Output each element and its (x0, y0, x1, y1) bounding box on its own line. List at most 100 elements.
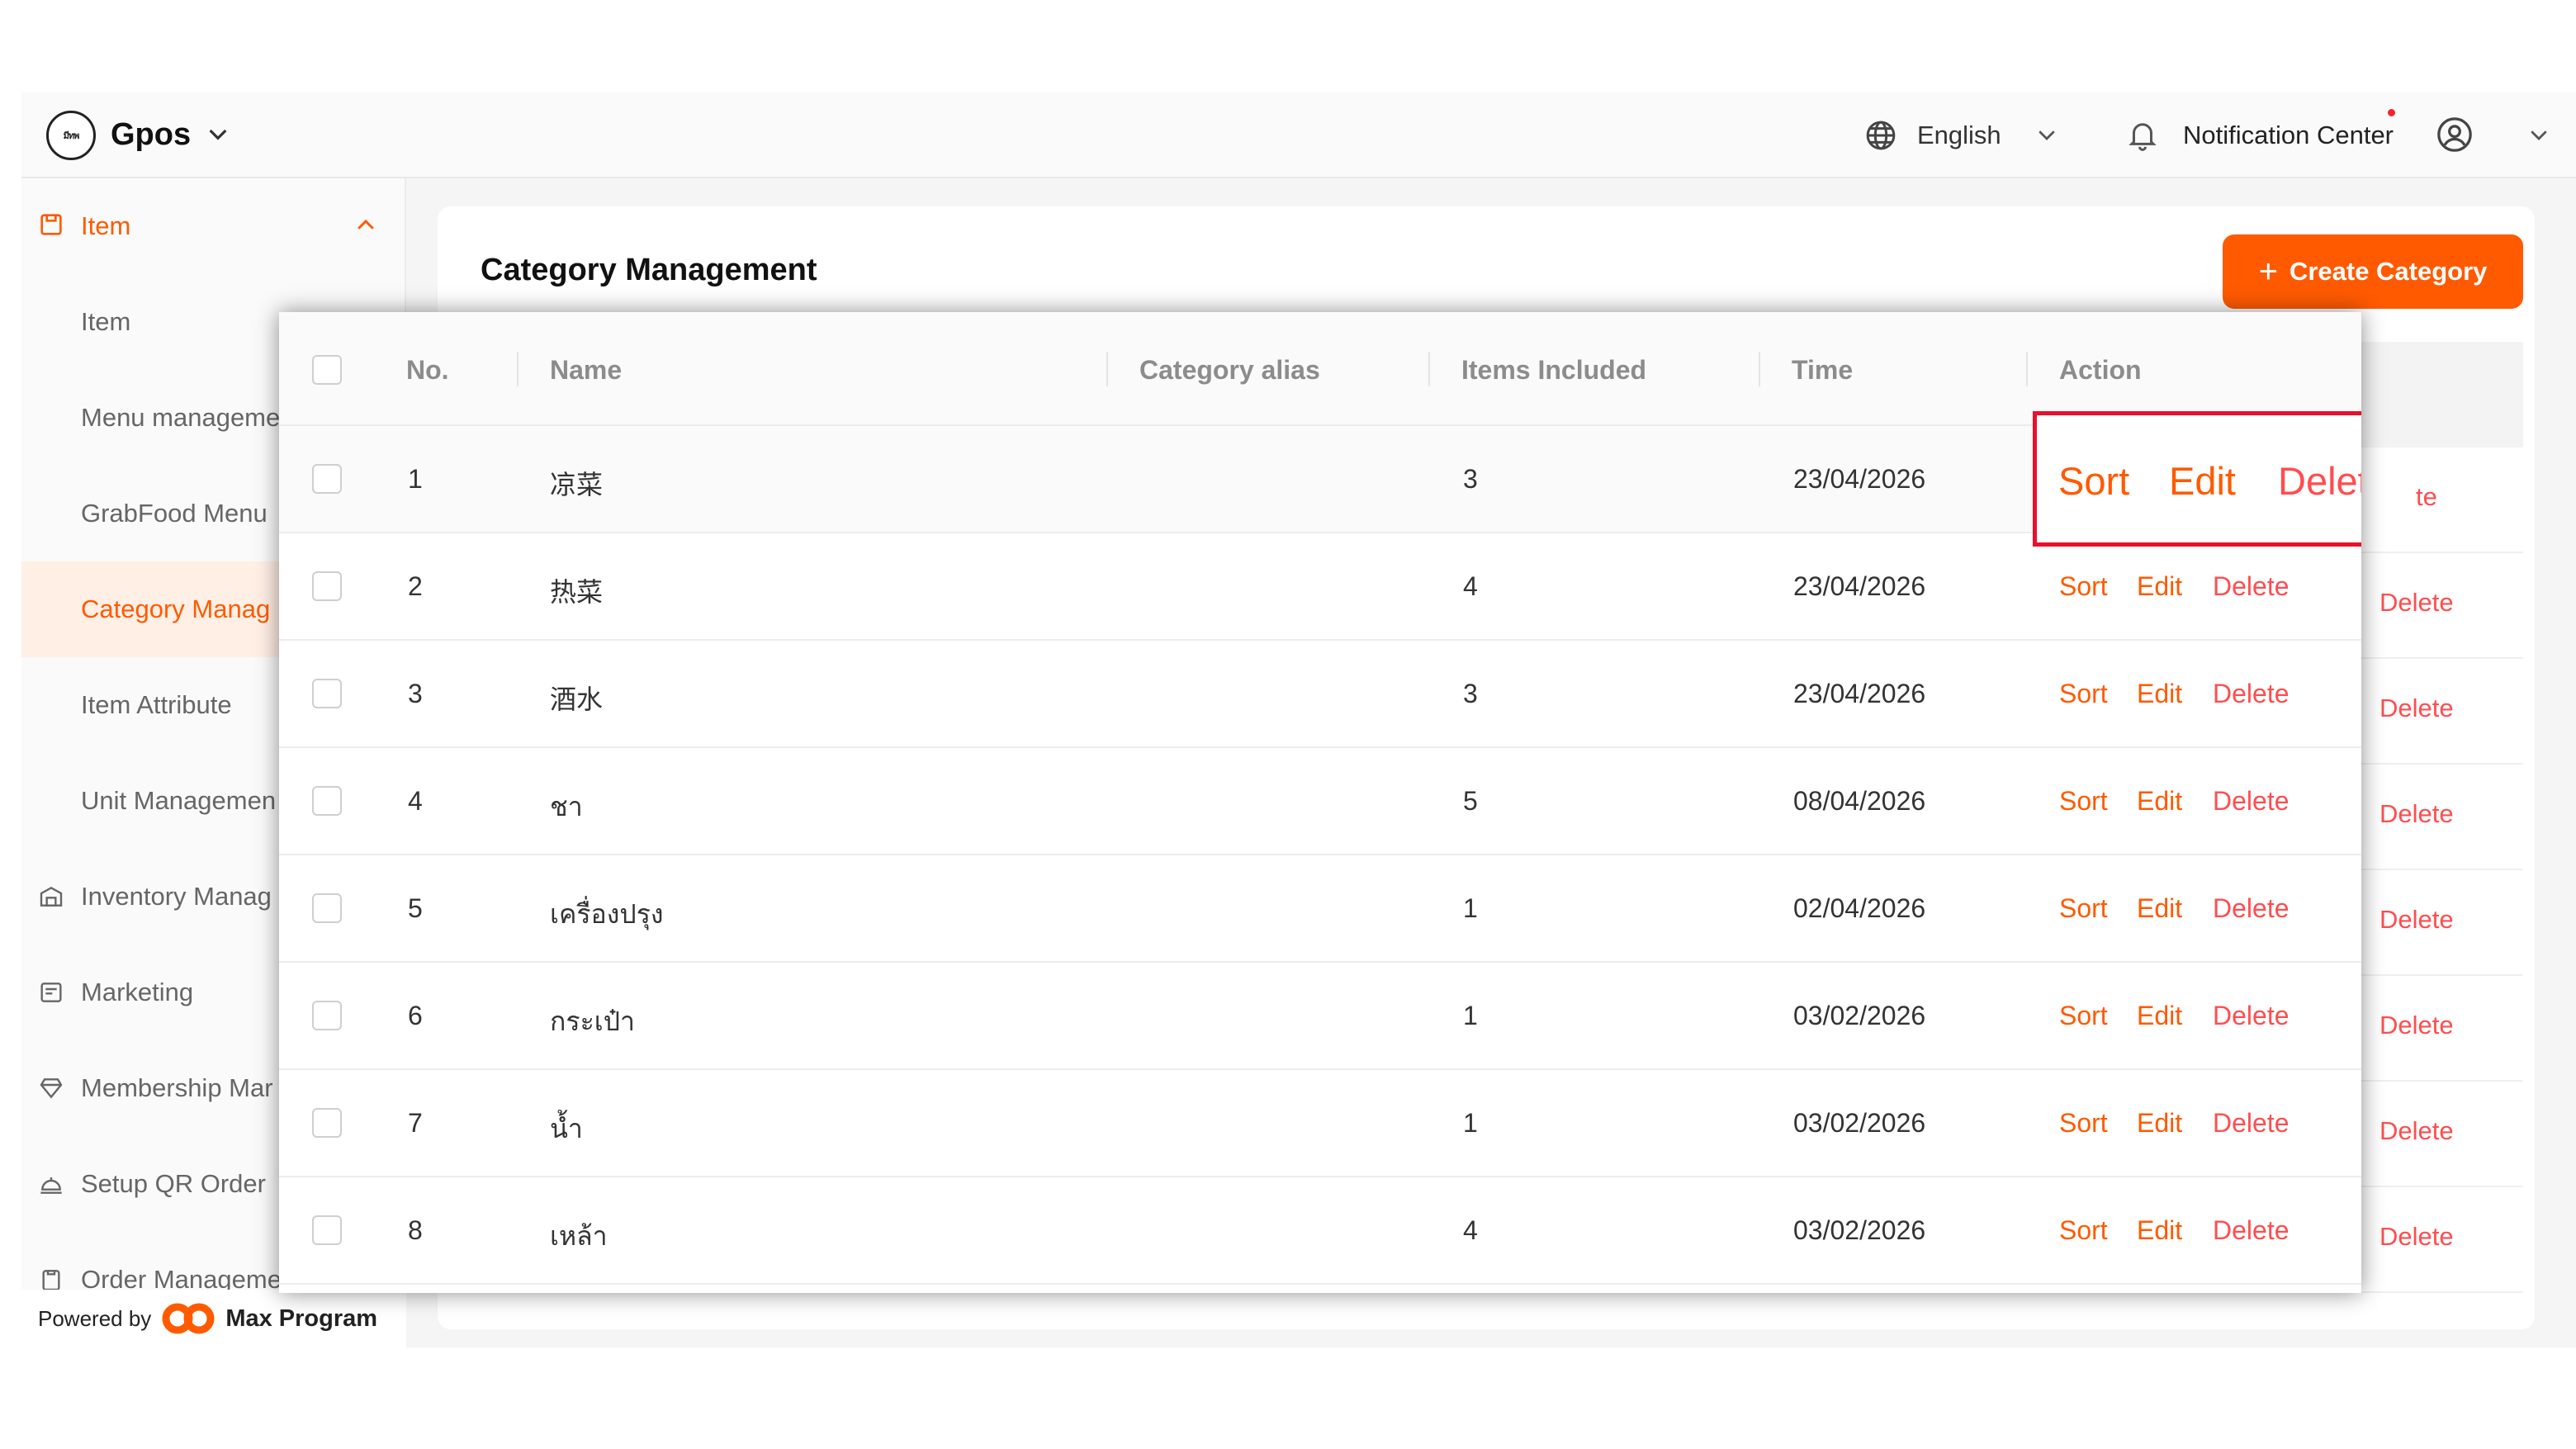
row-items-included: 1 (1463, 1108, 1478, 1138)
powered-by-footer: Powered by Max Program (21, 1290, 406, 1347)
background-delete-link[interactable]: Delete (2379, 694, 2454, 723)
delete-link[interactable]: Delete (2213, 1215, 2290, 1246)
sidebar-item-label: Unit Managemen (81, 786, 277, 815)
row-name: เหล้า (550, 1221, 608, 1251)
sort-link[interactable]: Sort (2059, 679, 2108, 709)
edit-link[interactable]: Edit (2137, 1215, 2182, 1246)
sidebar-group-label: Item (81, 211, 131, 240)
row-checkbox[interactable] (312, 786, 342, 816)
membership-icon (40, 1078, 63, 1099)
sort-link[interactable]: Sort (2059, 1001, 2108, 1031)
row-checkbox[interactable] (312, 893, 342, 923)
row-checkbox[interactable] (312, 679, 342, 708)
edit-link[interactable]: Edit (2137, 571, 2182, 602)
edit-link[interactable]: Edit (2137, 679, 2182, 709)
chevron-down-icon[interactable] (205, 121, 231, 147)
delete-link[interactable]: Delete (2213, 786, 2290, 817)
table-row[interactable]: 4 ชา 5 08/04/2026 Sort Edit Delete (279, 748, 2361, 855)
max-program-logo-icon (162, 1303, 215, 1334)
row-time: 23/04/2026 (1793, 571, 1926, 601)
row-checkbox[interactable] (312, 464, 342, 494)
background-delete-link[interactable]: Delete (2379, 799, 2454, 829)
edit-link[interactable]: Edit (2169, 458, 2236, 504)
row-name: 热菜 (550, 577, 604, 607)
delete-link[interactable]: Delete (2213, 679, 2290, 709)
language-selector[interactable]: English (1917, 121, 2001, 150)
row-checkbox[interactable] (312, 1215, 342, 1245)
row-items-included: 1 (1463, 1001, 1478, 1030)
chevron-up-icon[interactable] (353, 213, 378, 238)
background-delete-link[interactable]: Delete (2379, 588, 2454, 618)
column-header-items-included[interactable]: Items Included (1461, 355, 1646, 386)
store-name[interactable]: Gpos (111, 117, 191, 153)
column-separator (2026, 352, 2028, 386)
sort-link[interactable]: Sort (2059, 1215, 2108, 1246)
row-number: 2 (408, 571, 423, 601)
row-time: 08/04/2026 (1793, 786, 1926, 816)
edit-link[interactable]: Edit (2137, 1108, 2182, 1139)
background-delete-link[interactable]: te (2416, 482, 2437, 512)
row-number: 3 (408, 679, 423, 708)
delete-link[interactable]: Delete (2213, 1001, 2290, 1031)
edit-link[interactable]: Edit (2137, 1001, 2182, 1031)
delete-link[interactable]: Delete (2213, 1108, 2290, 1139)
select-all-checkbox[interactable] (312, 355, 342, 385)
row-name: 酒水 (550, 684, 604, 714)
background-delete-link[interactable]: Delete (2379, 1222, 2454, 1252)
row-name: น้ำ (550, 1114, 583, 1144)
column-header-alias[interactable]: Category alias (1139, 355, 1320, 386)
column-header-name[interactable]: Name (550, 355, 622, 386)
row-number: 5 (408, 893, 423, 923)
table-row[interactable]: 8 เหล้า 4 03/02/2026 Sort Edit Delete (279, 1177, 2361, 1285)
sidebar-group-item[interactable]: Item (21, 178, 406, 274)
row-checkbox[interactable] (312, 1001, 342, 1030)
table-row[interactable]: 5 เครื่องปรุง 1 02/04/2026 Sort Edit Del… (279, 855, 2361, 963)
background-delete-link[interactable]: Delete (2379, 905, 2454, 935)
sidebar-item-label: Item (81, 307, 131, 336)
edit-link[interactable]: Edit (2137, 893, 2182, 924)
notification-center-link[interactable]: Notification Center (2183, 121, 2394, 150)
edit-link[interactable]: Edit (2137, 786, 2182, 817)
page-title: Category Management (481, 253, 817, 287)
row-checkbox[interactable] (312, 571, 342, 601)
chevron-down-icon[interactable] (2526, 122, 2551, 147)
sidebar-item-label: Inventory Manag (81, 882, 272, 911)
user-avatar-icon[interactable] (2436, 116, 2474, 154)
delete-link[interactable]: Delete (2213, 571, 2290, 602)
table-row[interactable]: 6 กระเป๋า 1 03/02/2026 Sort Edit Delete (279, 963, 2361, 1070)
plus-icon: + (2258, 253, 2278, 290)
sort-link[interactable]: Sort (2059, 893, 2108, 924)
row-checkbox[interactable] (312, 1108, 342, 1138)
warehouse-icon (40, 886, 63, 907)
globe-icon[interactable] (1864, 119, 1897, 152)
background-delete-link[interactable]: Delete (2379, 1011, 2454, 1040)
sort-link[interactable]: Sort (2059, 786, 2108, 817)
row-items-included: 3 (1463, 464, 1478, 494)
sort-link[interactable]: Sort (2059, 571, 2108, 602)
column-header-no[interactable]: No. (406, 355, 449, 386)
row-name: เครื่องปรุง (550, 899, 664, 929)
row-number: 6 (408, 1001, 423, 1030)
background-delete-link[interactable]: Delete (2379, 1116, 2454, 1146)
chevron-down-icon[interactable] (2034, 122, 2059, 147)
create-category-button[interactable]: + Create Category (2223, 234, 2523, 309)
bell-icon[interactable] (2125, 117, 2160, 152)
top-bar: มีทพ Gpos English Notification Center (21, 92, 2576, 178)
notification-dot (2388, 109, 2395, 116)
row-items-included: 4 (1463, 571, 1478, 601)
sort-link[interactable]: Sort (2059, 1108, 2108, 1139)
row-time: 03/02/2026 (1793, 1215, 1926, 1245)
table-row[interactable]: 2 热菜 4 23/04/2026 Sort Edit Delete (279, 533, 2361, 641)
service-bell-icon (40, 1177, 62, 1194)
row-number: 1 (408, 464, 423, 494)
sort-link[interactable]: Sort (2058, 458, 2129, 504)
sidebar-item-label: Marketing (81, 978, 194, 1006)
table-row[interactable]: 3 酒水 3 23/04/2026 Sort Edit Delete (279, 641, 2361, 748)
table-row[interactable]: 7 น้ำ 1 03/02/2026 Sort Edit Delete (279, 1070, 2361, 1177)
delete-link[interactable]: Delete (2213, 893, 2290, 924)
column-header-time[interactable]: Time (1792, 355, 1853, 386)
delete-link[interactable]: Delete (2278, 458, 2361, 504)
sidebar-item-label: Setup QR Order (81, 1169, 266, 1198)
sidebar-item-label: GrabFood Menu (81, 499, 268, 528)
powered-by-brand[interactable]: Max Program (225, 1305, 377, 1333)
